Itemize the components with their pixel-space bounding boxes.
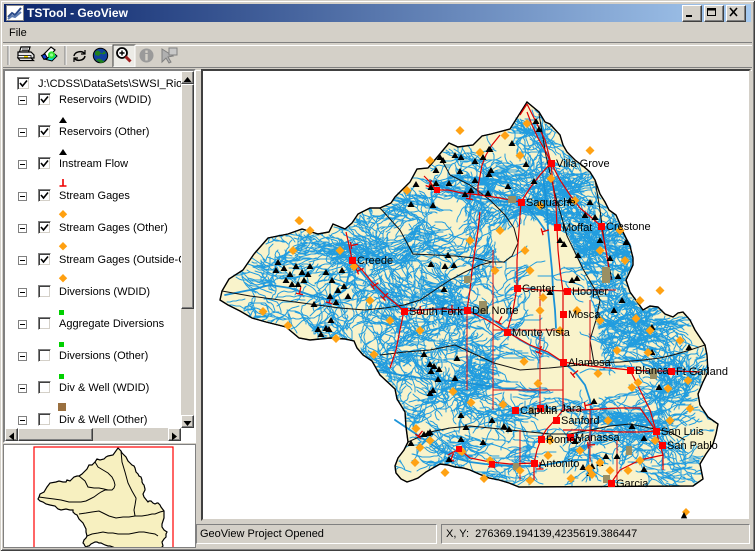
svg-text:Creede: Creede <box>357 255 393 267</box>
svg-text:Manassa: Manassa <box>575 432 621 444</box>
svg-text:Center: Center <box>522 283 555 295</box>
svg-text:Antonito: Antonito <box>539 458 579 470</box>
svg-text:Garcia: Garcia <box>616 478 649 490</box>
svg-text:San Luis: San Luis <box>661 426 704 438</box>
svg-text:Villa Grove: Villa Grove <box>556 158 610 170</box>
svg-text:La Jara: La Jara <box>545 403 583 415</box>
svg-text:San Pablo: San Pablo <box>667 440 718 452</box>
svg-text:Alamosa: Alamosa <box>568 357 612 369</box>
svg-text:Del Norte: Del Norte <box>472 305 518 317</box>
svg-text:Saguache: Saguache <box>526 197 576 209</box>
svg-text:Moffat: Moffat <box>562 222 592 234</box>
svg-text:Hooper: Hooper <box>572 286 608 298</box>
svg-text:Sanford: Sanford <box>561 415 600 427</box>
svg-text:Crestone: Crestone <box>606 221 651 233</box>
svg-text:Ft Garland: Ft Garland <box>676 366 728 378</box>
svg-text:Mosca: Mosca <box>568 309 601 321</box>
svg-text:South Fork: South Fork <box>409 306 463 318</box>
svg-text:Monte Vista: Monte Vista <box>512 327 571 339</box>
svg-text:Blanca: Blanca <box>635 365 670 377</box>
